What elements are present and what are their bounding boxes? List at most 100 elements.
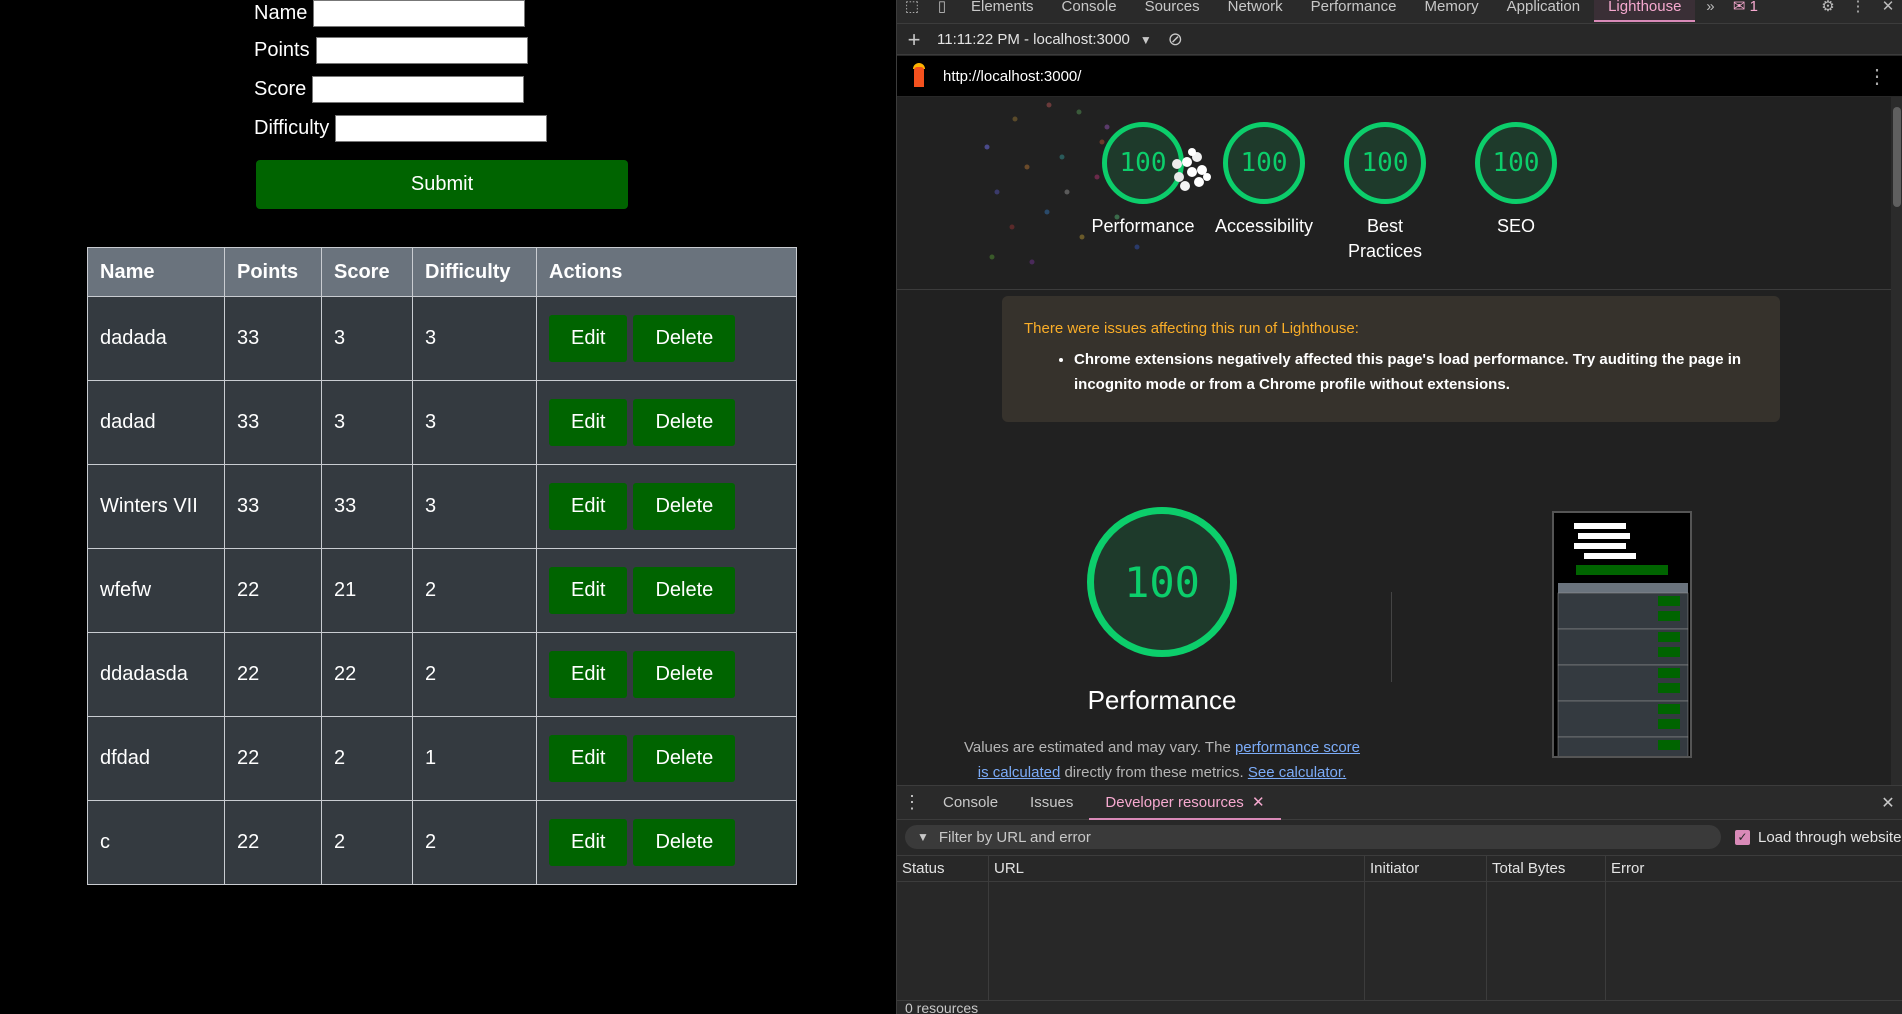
col-error[interactable]: Error: [1606, 856, 1902, 881]
report-selector[interactable]: 11:11:22 PM - localhost:3000: [937, 31, 1130, 48]
devtools-right-controls: ⚙ ⋮ ✕: [1813, 0, 1902, 22]
tab-performance[interactable]: Performance: [1297, 0, 1411, 22]
issues-count: 1: [1749, 0, 1759, 15]
inspect-element-icon[interactable]: ⬚: [897, 0, 927, 22]
tab-console[interactable]: Console: [1048, 0, 1131, 22]
header-actions: Actions: [536, 247, 797, 297]
close-devtools-icon[interactable]: ✕: [1873, 0, 1902, 22]
tab-sources[interactable]: Sources: [1131, 0, 1214, 22]
settings-gear-icon[interactable]: ⚙: [1813, 0, 1843, 22]
report-scrollbar[interactable]: [1891, 97, 1902, 785]
table-header-row: Name Points Score Difficulty Actions: [87, 247, 797, 297]
device-toolbar-icon[interactable]: ▯: [927, 0, 957, 22]
col-status[interactable]: Status: [897, 856, 989, 881]
edit-button[interactable]: Edit: [549, 567, 628, 614]
submit-button[interactable]: Submit: [256, 160, 628, 209]
cell-actions: Edit Delete: [536, 380, 797, 465]
more-options-icon[interactable]: ⋮: [1843, 0, 1873, 22]
cell-points: 22: [224, 548, 322, 633]
drawer-menu-icon[interactable]: ⋮: [897, 792, 927, 813]
filter-icon: ▼: [917, 830, 929, 844]
new-report-plus-icon[interactable]: +: [897, 27, 931, 53]
devtools-tabbar: ⬚ ▯ Elements Console Sources Network Per…: [897, 0, 1902, 24]
score-row: Score: [254, 76, 525, 103]
gauge-accessibility[interactable]: 100 Accessibility: [1199, 122, 1329, 239]
delete-button[interactable]: Delete: [633, 483, 736, 530]
delete-button[interactable]: Delete: [633, 819, 736, 866]
drawer-tab-console[interactable]: Console: [927, 786, 1014, 820]
delete-button[interactable]: Delete: [633, 399, 736, 446]
load-through-website-label: Load through website: [1758, 828, 1902, 846]
edit-button[interactable]: Edit: [549, 399, 628, 446]
tab-memory[interactable]: Memory: [1411, 0, 1493, 22]
name-row: Name: [254, 0, 526, 27]
gauge-seo[interactable]: 100 SEO: [1451, 122, 1581, 239]
clear-reports-icon[interactable]: ⊘: [1168, 29, 1183, 50]
score-input[interactable]: [312, 76, 525, 103]
delete-button[interactable]: Delete: [633, 735, 736, 782]
cell-actions: Edit Delete: [536, 296, 797, 381]
drawer-tab-issues[interactable]: Issues: [1014, 786, 1089, 820]
cell-score: 22: [321, 632, 413, 717]
name-input[interactable]: [313, 0, 526, 27]
cell-difficulty: 2: [412, 548, 537, 633]
close-drawer-icon[interactable]: ✕: [1873, 793, 1902, 813]
cell-name: Winters VII: [87, 464, 225, 549]
filter-input[interactable]: ▼ Filter by URL and error: [905, 825, 1721, 849]
col-url[interactable]: URL: [989, 856, 1365, 881]
delete-button[interactable]: Delete: [633, 567, 736, 614]
cell-actions: Edit Delete: [536, 716, 797, 801]
warning-list: Chrome extensions negatively affected th…: [1024, 347, 1758, 397]
more-tabs-icon[interactable]: »: [1695, 0, 1725, 22]
col-initiator[interactable]: Initiator: [1365, 856, 1487, 881]
col-total-bytes[interactable]: Total Bytes: [1487, 856, 1606, 881]
see-calculator-link[interactable]: See calculator.: [1248, 764, 1346, 781]
lighthouse-url-bar: http://localhost:3000/ ⋮: [897, 56, 1902, 96]
edit-button[interactable]: Edit: [549, 315, 628, 362]
scrollbar-thumb[interactable]: [1893, 107, 1901, 207]
col-url-body: [989, 882, 1365, 1000]
cell-score: 2: [321, 800, 413, 885]
tab-lighthouse[interactable]: Lighthouse: [1594, 0, 1696, 22]
cell-difficulty: 3: [412, 464, 537, 549]
cell-name: wfefw: [87, 548, 225, 633]
issues-counter[interactable]: ✉ 1: [1725, 0, 1765, 22]
report-menu-icon[interactable]: ⋮: [1867, 64, 1887, 89]
close-tab-icon[interactable]: ✕: [1252, 794, 1265, 811]
gauge-seo-label: SEO: [1496, 216, 1535, 236]
cell-difficulty: 3: [412, 380, 537, 465]
cell-actions: Edit Delete: [536, 464, 797, 549]
name-label: Name: [254, 2, 308, 24]
delete-button[interactable]: Delete: [633, 315, 736, 362]
cell-difficulty: 2: [412, 800, 537, 885]
delete-button[interactable]: Delete: [633, 651, 736, 698]
page-screenshot-thumbnail[interactable]: [1552, 511, 1692, 758]
drawer-tab-developer-resources[interactable]: Developer resources ✕: [1089, 786, 1281, 820]
edit-button[interactable]: Edit: [549, 819, 628, 866]
app-viewport: Name Points Score Difficulty Submit Name…: [0, 0, 896, 1014]
tab-network[interactable]: Network: [1214, 0, 1297, 22]
edit-button[interactable]: Edit: [549, 483, 628, 530]
dropdown-caret-icon[interactable]: ▼: [1140, 33, 1152, 47]
resources-count: 0 resources: [897, 1000, 1902, 1014]
score-label: Score: [254, 78, 307, 100]
thumbnail-render: [1557, 523, 1689, 756]
points-row: Points: [254, 37, 528, 64]
table-row: wfefw 22 21 2 Edit Delete: [87, 548, 797, 633]
tab-elements[interactable]: Elements: [957, 0, 1048, 22]
cell-name: dadad: [87, 380, 225, 465]
warning-title: There were issues affecting this run of …: [1024, 320, 1359, 337]
tab-application[interactable]: Application: [1493, 0, 1594, 22]
difficulty-input[interactable]: [335, 115, 548, 142]
table-row: ddadasda 22 22 2 Edit Delete: [87, 632, 797, 717]
edit-button[interactable]: Edit: [549, 651, 628, 698]
gauge-best-practices[interactable]: 100 Best Practices: [1330, 122, 1440, 264]
load-through-website-checkbox[interactable]: ✓ Load through website: [1735, 829, 1901, 846]
cell-points: 22: [224, 716, 322, 801]
lighthouse-report: 100 Performance 100 Accessibility 100 Be…: [897, 97, 1891, 785]
edit-button[interactable]: Edit: [549, 735, 628, 782]
points-input[interactable]: [315, 37, 528, 64]
cell-points: 33: [224, 380, 322, 465]
cell-points: 22: [224, 632, 322, 717]
warning-box: There were issues affecting this run of …: [1002, 296, 1780, 422]
